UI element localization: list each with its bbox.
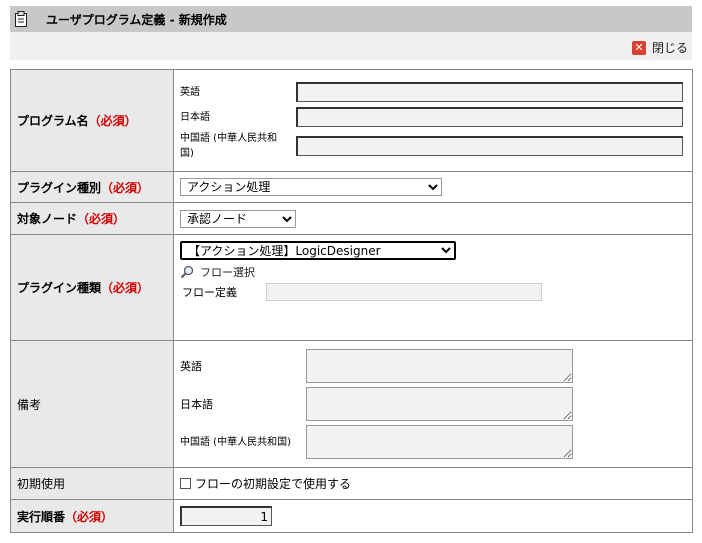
- remarks-cell: 英語 日本語 中国語 (中華人民共和国): [173, 340, 693, 468]
- remarks-label: 備考: [10, 340, 174, 468]
- target-node-select[interactable]: 承認ノード: [180, 209, 296, 228]
- remarks-ja-textarea[interactable]: [306, 387, 573, 421]
- remarks-lang-zh: 中国語 (中華人民共和国): [180, 436, 291, 448]
- remarks-lang-ja: 日本語: [180, 397, 213, 411]
- clipboard-icon: [14, 11, 28, 27]
- initial-use-checkbox[interactable]: [180, 478, 191, 489]
- flow-def-field: [266, 283, 542, 301]
- row-initial-use: 初期使用 フローの初期設定で使用する: [10, 467, 693, 500]
- program-name-cell: 英語 日本語 中国語 (中華人民共和 国): [173, 69, 693, 172]
- plugin-type-select[interactable]: 【アクション処理】LogicDesigner: [180, 241, 456, 260]
- flow-def-label: フロー定義: [182, 285, 237, 299]
- initial-use-option[interactable]: フローの初期設定で使用する: [180, 475, 691, 492]
- initial-use-checkbox-label: フローの初期設定で使用する: [195, 477, 352, 491]
- flow-select-link[interactable]: フロー選択: [180, 264, 691, 280]
- plugin-category-cell: アクション処理: [173, 171, 693, 203]
- plugin-type-label: プラグイン種類（必須）: [10, 234, 174, 341]
- lang-label-zh: 中国語 (中華人民共和 国): [180, 132, 278, 159]
- lang-label-ja: 日本語: [180, 111, 210, 123]
- row-remarks: 備考 英語 日本語 中国語 (中華人民共和国): [10, 340, 693, 468]
- close-label: 閉じる: [651, 41, 688, 55]
- magnifier-icon: [180, 265, 194, 279]
- remarks-zh-textarea[interactable]: [306, 425, 573, 459]
- initial-use-cell: フローの初期設定で使用する: [173, 467, 693, 500]
- row-target-node: 対象ノード（必須） 承認ノード: [10, 202, 693, 235]
- exec-order-input[interactable]: [180, 506, 272, 526]
- remarks-lang-en: 英語: [180, 359, 202, 373]
- exec-order-label: 実行順番（必須）: [10, 499, 174, 533]
- title-bar: ユーザプログラム定義 - 新規作成: [10, 6, 692, 32]
- page-title: ユーザプログラム定義 - 新規作成: [46, 12, 227, 27]
- target-node-label: 対象ノード（必須）: [10, 202, 174, 235]
- row-plugin-category: プラグイン種別（必須） アクション処理: [10, 171, 693, 203]
- row-program-name: プログラム名（必須） 英語 日本語 中国語 (中華人民共和 国): [10, 69, 693, 172]
- target-node-cell: 承認ノード: [173, 202, 693, 235]
- close-icon: ✕: [631, 40, 646, 55]
- exec-order-cell: [173, 499, 693, 533]
- lang-label-en: 英語: [180, 86, 200, 98]
- close-button[interactable]: ✕ 閉じる: [631, 39, 688, 56]
- flow-select-label: フロー選択: [200, 266, 255, 279]
- plugin-type-cell: 【アクション処理】LogicDesigner フロー選択 フロー定義: [173, 234, 693, 341]
- toolbar: ✕ 閉じる: [10, 32, 692, 60]
- plugin-category-label: プラグイン種別（必須）: [10, 171, 174, 203]
- plugin-category-select[interactable]: アクション処理: [180, 178, 442, 196]
- row-plugin-type: プラグイン種類（必須） 【アクション処理】LogicDesigner フロー選択…: [10, 234, 693, 341]
- program-name-en-input[interactable]: [296, 82, 683, 102]
- program-form: プログラム名（必須） 英語 日本語 中国語 (中華人民共和 国) プラグイン種別（…: [10, 69, 693, 533]
- program-name-zh-input[interactable]: [296, 135, 683, 156]
- row-exec-order: 実行順番（必須）: [10, 499, 693, 533]
- remarks-en-textarea[interactable]: [306, 349, 573, 383]
- initial-use-label: 初期使用: [10, 467, 174, 500]
- program-name-label: プログラム名（必須）: [10, 69, 174, 172]
- program-name-ja-input[interactable]: [296, 107, 683, 127]
